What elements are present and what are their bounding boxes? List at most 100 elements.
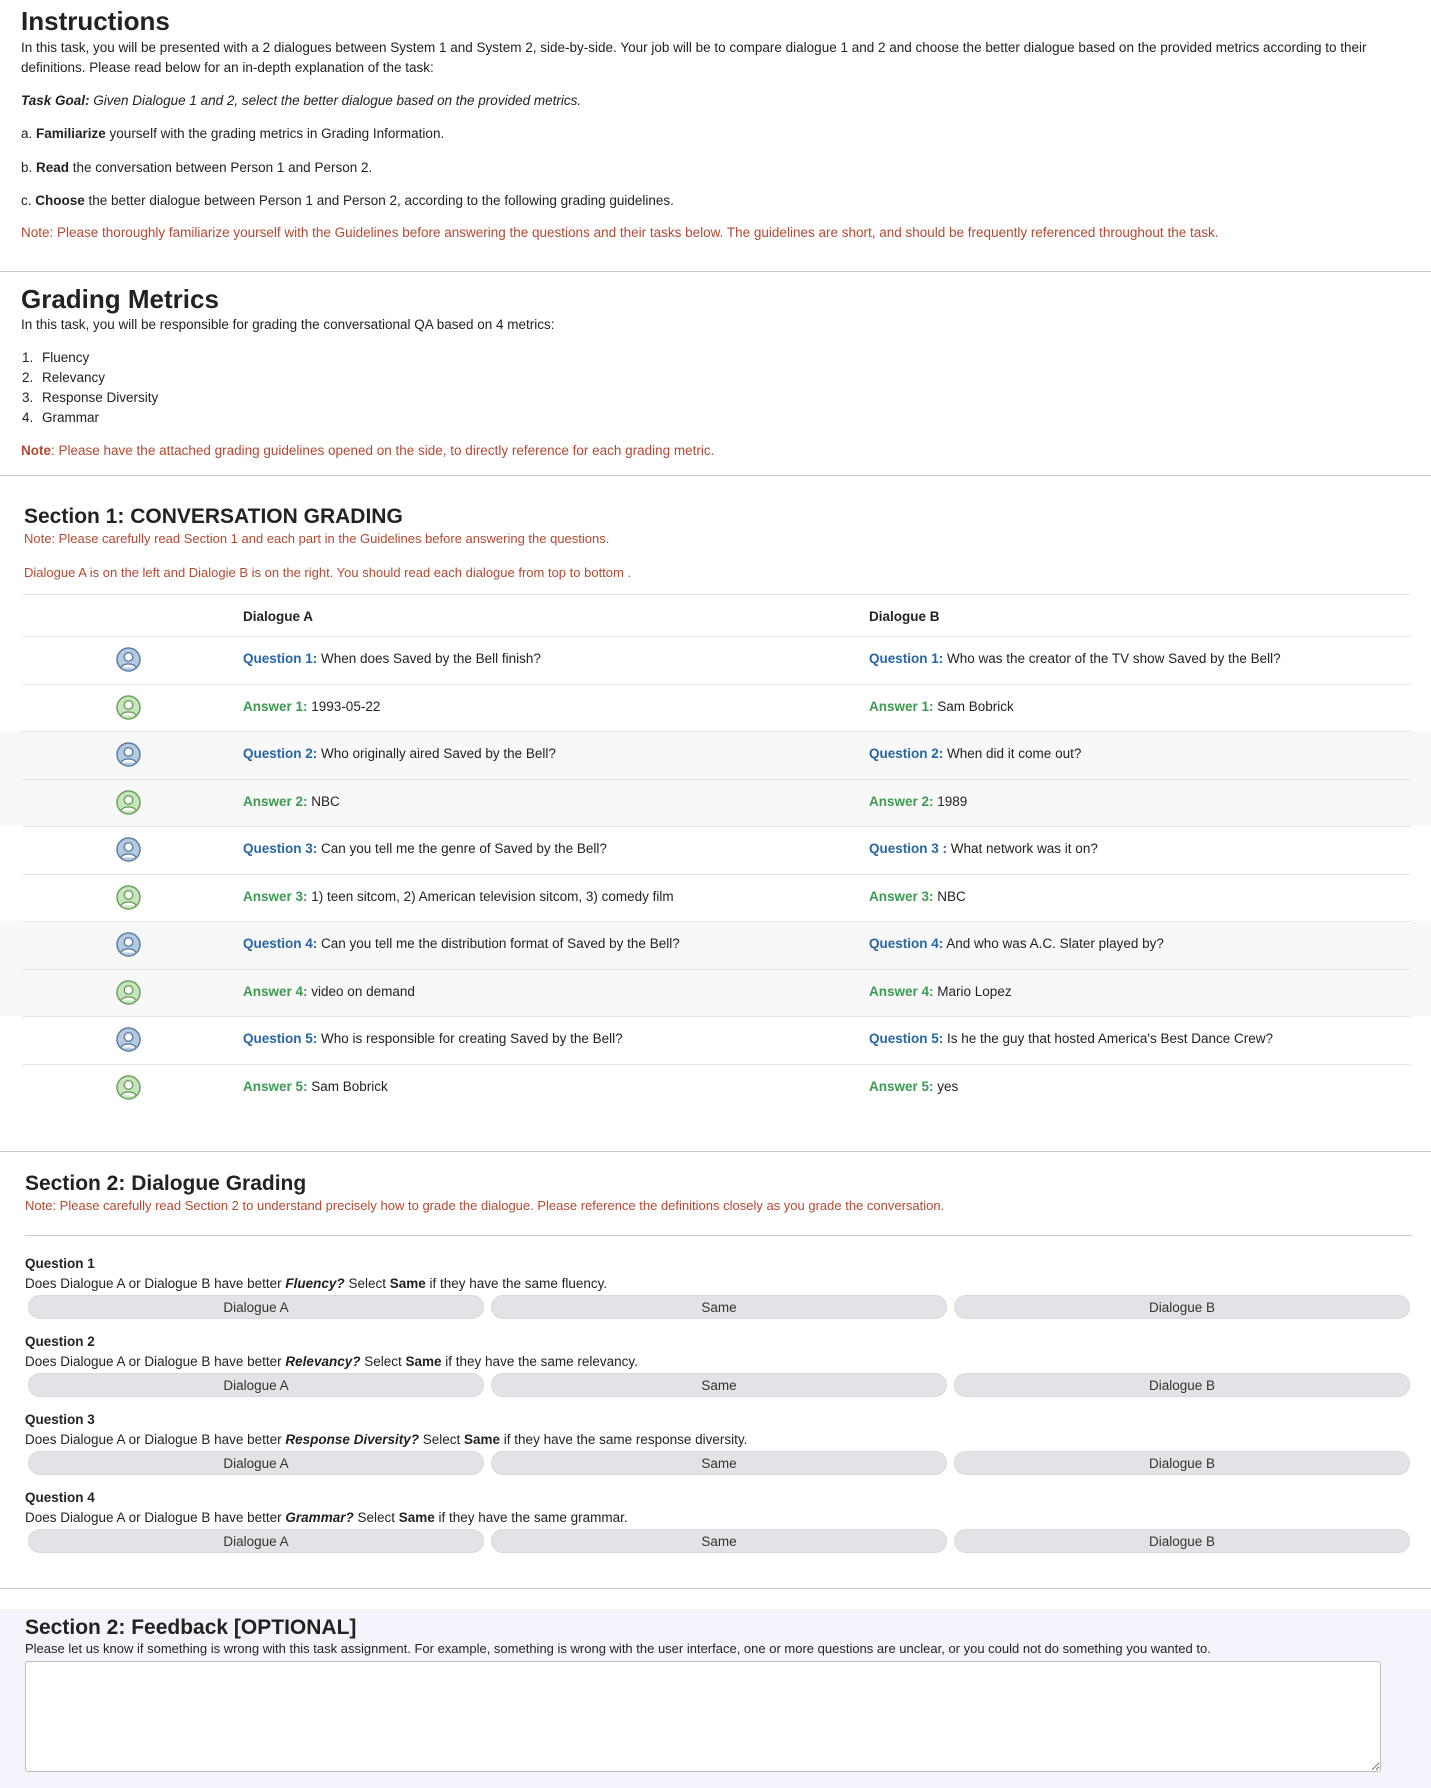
step-text: the better dialogue between Person 1 and… <box>84 193 674 208</box>
dialogue-a-turn: Question 3: Can you tell me the genre of… <box>243 841 607 856</box>
turn-label: Question 1: <box>243 651 318 666</box>
turn-text: Is he the guy that hosted America's Best… <box>943 1031 1274 1046</box>
dialogue-a-turn: Question 5: Who is responsible for creat… <box>243 1031 623 1046</box>
turn-label: Question 5: <box>869 1031 944 1046</box>
question-mid: Select <box>344 1276 390 1291</box>
question-title: Question 2 <box>25 1334 95 1349</box>
question-suffix: if they have the same grammar. <box>434 1510 628 1525</box>
table-line <box>23 968 1410 970</box>
question-suffix: if they have the same relevancy. <box>441 1354 638 1369</box>
feedback-title: Section 2: Feedback [OPTIONAL] <box>25 1616 357 1639</box>
option-same-button[interactable]: Same <box>491 1295 947 1319</box>
turn-label: Question 1: <box>869 651 944 666</box>
dialogue-b-turn: Answer 1: Sam Bobrick <box>869 699 1014 714</box>
question-same: Same <box>464 1432 501 1447</box>
dialogue-a-turn: Answer 5: Sam Bobrick <box>243 1079 388 1094</box>
option-dialogue-b-button[interactable]: Dialogue B <box>954 1295 1410 1319</box>
question-text: Does Dialogue A or Dialogue B have bette… <box>25 1510 628 1525</box>
option-dialogue-b-button[interactable]: Dialogue B <box>954 1451 1410 1475</box>
person-icon-green <box>116 789 141 815</box>
section1-title: Section 1: CONVERSATION GRADING <box>24 505 403 528</box>
turn-text: Can you tell me the distribution format … <box>317 936 680 951</box>
option-same-button[interactable]: Same <box>491 1451 947 1475</box>
question-prefix: Does Dialogue A or Dialogue B have bette… <box>25 1276 286 1291</box>
dialogue-b-turn: Question 4: And who was A.C. Slater play… <box>869 936 1164 951</box>
turn-text: 1989 <box>933 793 968 809</box>
table-line <box>23 594 1410 595</box>
dialogue-b-turn: Question 3 : What network was it on? <box>869 841 1098 856</box>
step-b: b. Read the conversation between Person … <box>21 158 372 178</box>
metric-item: Grammar <box>37 408 158 428</box>
option-dialogue-a-button[interactable]: Dialogue A <box>28 1529 484 1553</box>
task-goal: Task Goal: Given Dialogue 1 and 2, selec… <box>21 91 581 111</box>
dialogue-a-turn: Answer 2: NBC <box>243 794 340 809</box>
person-icon-blue <box>116 742 141 767</box>
feedback-textarea[interactable] <box>25 1661 1381 1772</box>
question-title: Question 3 <box>25 1412 95 1427</box>
dialogue-b-turn: Answer 2: 1989 <box>869 794 967 809</box>
step-prefix: b. <box>21 160 37 175</box>
question-suffix: if they have the same response diversity… <box>500 1432 748 1447</box>
section1-note: Note: Please carefully read Section 1 an… <box>24 531 610 546</box>
table-line <box>23 873 1410 875</box>
turn-text: Who is responsible for creating Saved by… <box>317 1031 623 1046</box>
option-same-button[interactable]: Same <box>491 1373 947 1397</box>
section1-note-order: Dialogue A is on the left and Dialogie B… <box>24 565 632 580</box>
option-dialogue-b-button[interactable]: Dialogue B <box>954 1373 1410 1397</box>
section2-note: Note: Please carefully read Section 2 to… <box>25 1198 945 1213</box>
divider <box>0 271 1431 272</box>
question-text: Does Dialogue A or Dialogue B have bette… <box>25 1432 747 1447</box>
instructions-intro: In this task, you will be presented with… <box>21 40 1367 75</box>
turn-text: NBC <box>933 888 966 904</box>
step-c: c. Choose the better dialogue between Pe… <box>21 191 674 211</box>
person-icon-blue <box>116 932 141 957</box>
question-text: Does Dialogue A or Dialogue B have bette… <box>25 1354 638 1369</box>
dialogue-a-turn: Answer 4: video on demand <box>243 984 415 999</box>
step-verb: Familiarize <box>36 126 106 141</box>
question-metric: Response Diversity? <box>285 1432 419 1447</box>
question-metric: Relevancy? <box>285 1354 361 1369</box>
person-icon-blue <box>116 647 141 672</box>
turn-text: 1993-05-22 <box>307 698 381 714</box>
option-dialogue-a-button[interactable]: Dialogue A <box>28 1451 484 1475</box>
question-same: Same <box>389 1276 426 1291</box>
question-metric: Fluency? <box>285 1276 345 1291</box>
person-icon-green <box>116 1074 141 1100</box>
option-dialogue-a-button[interactable]: Dialogue A <box>28 1373 484 1397</box>
question-prefix: Does Dialogue A or Dialogue B have bette… <box>25 1432 286 1447</box>
turn-text: Who was the creator of the TV show Saved… <box>943 651 1281 666</box>
turn-text: Can you tell me the genre of Saved by th… <box>317 841 607 856</box>
turn-label: Question 2: <box>243 746 318 761</box>
table-line <box>23 1016 1410 1017</box>
dialogue-b-turn: Question 2: When did it come out? <box>869 746 1081 761</box>
turn-text: Who originally aired Saved by the Bell? <box>317 746 556 761</box>
instructions-title: Instructions <box>21 6 170 36</box>
feedback-instructions: Please let us know if something is wrong… <box>25 1641 1211 1656</box>
question-same: Same <box>398 1510 435 1525</box>
person-icon-blue <box>116 837 141 862</box>
turn-text: NBC <box>307 793 340 809</box>
question-title: Question 1 <box>25 1256 95 1271</box>
turn-text: When did it come out? <box>943 746 1082 761</box>
column-header-dialogue-b: Dialogue B <box>869 609 940 624</box>
metrics-note-label: Note <box>21 443 51 458</box>
turn-label: Question 4: <box>869 936 944 951</box>
dialogue-b-turn: Answer 3: NBC <box>869 889 966 904</box>
divider <box>0 1588 1431 1589</box>
question-mid: Select <box>353 1510 399 1525</box>
step-prefix: c. <box>21 193 36 208</box>
turn-label: Question 3: <box>243 841 318 856</box>
turn-label: Answer 3: <box>243 888 308 904</box>
task-goal-text: Given Dialogue 1 and 2, select the bette… <box>89 93 582 108</box>
turn-label: Answer 2: <box>869 793 934 809</box>
turn-label: Answer 4: <box>869 983 934 999</box>
table-line <box>23 826 1410 827</box>
option-same-button[interactable]: Same <box>491 1529 947 1553</box>
person-icon-blue <box>116 1027 141 1052</box>
turn-text: And who was A.C. Slater played by? <box>943 936 1164 951</box>
question-prefix: Does Dialogue A or Dialogue B have bette… <box>25 1354 286 1369</box>
table-line <box>23 778 1410 780</box>
option-dialogue-b-button[interactable]: Dialogue B <box>954 1529 1410 1553</box>
option-dialogue-a-button[interactable]: Dialogue A <box>28 1295 484 1319</box>
dialogue-a-turn: Answer 1: 1993-05-22 <box>243 699 380 714</box>
